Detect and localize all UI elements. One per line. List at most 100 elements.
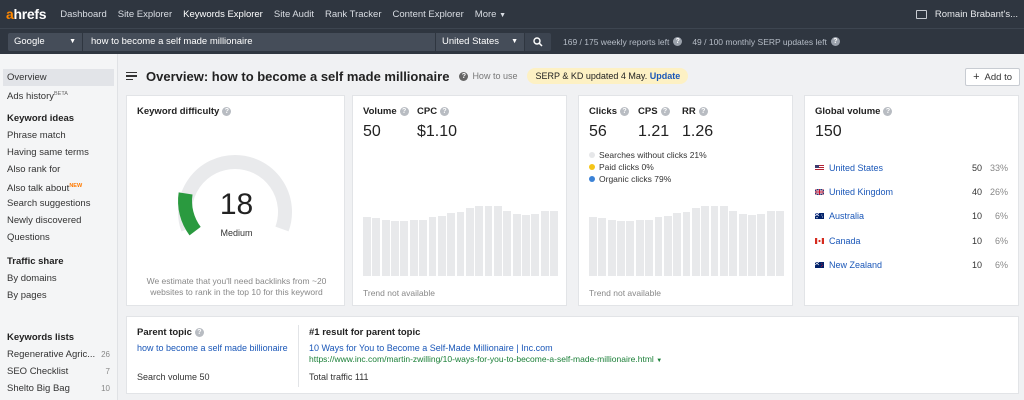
uk-flag-icon [815,189,824,195]
nav-dashboard[interactable]: Dashboard [60,9,106,20]
beta-badge: BETA [54,91,68,97]
help-icon[interactable]: ? [673,37,683,46]
keywords-list-item[interactable]: Shelto Big Bag 10 [0,380,117,397]
help-icon[interactable]: ? [399,107,409,116]
trend-bar [540,210,549,276]
trend-bar [673,212,682,276]
trend-bar [531,213,540,276]
sidebar-item-having-same-terms[interactable]: Having same terms [0,144,117,161]
update-link[interactable]: Update [650,71,681,81]
update-badge: SERP & KD updated 4 May. Update [527,68,689,84]
sidebar-item-also-rank-for[interactable]: Also rank for [0,161,117,178]
country-link[interactable]: New Zealand [829,260,882,270]
search-button[interactable] [525,32,551,51]
trend-bar [419,219,427,276]
help-icon[interactable]: ? [620,107,629,116]
help-icon[interactable]: ? [440,107,450,116]
help-icon[interactable]: ? [194,328,204,337]
volume-value: 50 [363,123,381,140]
rr-value: 1.26 [682,123,714,140]
cpc-title: CPC? [417,106,450,117]
country-select[interactable]: United States ▼ [436,32,524,51]
sidebar-item-search-suggestions[interactable]: Search suggestions [0,195,117,212]
sidebar-heading-keywords-lists: Keywords lists [7,332,75,343]
trend-bar [691,208,700,276]
parent-topic-title: Parent topic? [137,327,204,338]
country-row: Canada 10 6% [815,234,1008,248]
sidebar-item-by-domains[interactable]: By domains [0,270,117,287]
keyword-input[interactable]: how to become a self made millionaire [83,32,435,51]
sidebar-item-overview[interactable]: Overview [3,69,114,86]
nav-more[interactable]: More ▼ [475,9,506,20]
nav-site-explorer[interactable]: Site Explorer [118,9,172,20]
sidebar-item-by-pages[interactable]: By pages [0,287,117,304]
divider [298,325,299,387]
country-row: New Zealand 10 6% [815,258,1008,272]
sidebar-item-questions[interactable]: Questions [0,229,117,246]
country-percent: 26% [989,187,1008,197]
volume-title: Volume? [363,106,409,117]
first-result-link[interactable]: 10 Ways for You to Become a Self-Made Mi… [309,343,553,353]
clicks-trend-note: Trend not available [589,288,661,298]
sidebar-item-newly-discovered[interactable]: Newly discovered [0,212,117,229]
first-result-url[interactable]: https://www.inc.com/martin-zwilling/10-w… [309,354,662,364]
trend-bar [484,206,493,276]
us-flag-icon [815,165,824,171]
trend-bar [626,220,635,276]
sidebar-heading-traffic-share: Traffic share [7,256,64,267]
trend-bar [494,206,502,276]
caret-down-icon: ▼ [511,38,518,45]
screen-icon[interactable] [915,9,927,19]
trend-bar [617,220,625,276]
country-link[interactable]: Australia [829,211,864,221]
country-link[interactable]: Canada [829,236,861,246]
help-icon[interactable]: ? [883,107,893,116]
country-volume: 10 [971,211,982,221]
kd-value: 18 [219,188,254,221]
user-menu[interactable]: Romain Brabant's... [935,9,1018,20]
country-link[interactable]: United Kingdom [829,187,893,197]
trend-bar [503,210,512,276]
country-volume: 10 [971,236,982,246]
search-engine-select[interactable]: Google ▼ [8,32,82,51]
parent-topic-link[interactable]: how to become a self made billionaire [137,343,288,353]
country-volume: 40 [971,187,982,197]
country-row: United States 50 33% [815,161,1008,175]
search-bar: Google ▼ how to become a self made milli… [0,28,1024,54]
keyword-difficulty-card: Keyword difficulty? 18 Medium We estimat… [126,95,345,306]
top-navigation: ahrefs Dashboard Site Explorer Keywords … [0,0,1024,28]
global-volume-card: Global volume? 150 United States 50 33% … [804,95,1019,306]
help-icon[interactable]: ? [830,37,840,46]
nav-keywords-explorer[interactable]: Keywords Explorer [183,9,263,20]
country-link[interactable]: United States [829,163,883,173]
keywords-list-item[interactable]: Regenerative Agric... 26 [0,346,117,363]
trend-bar [776,210,784,276]
clicks-legend: Searches without clicks 21% Paid clicks … [589,149,707,185]
help-icon[interactable]: ? [698,107,708,116]
add-to-button[interactable]: + Add to [965,68,1020,86]
sidebar-item-also-talk-about[interactable]: Also talk aboutNEW [0,178,117,195]
sidebar-item-phrase-match[interactable]: Phrase match [0,127,117,144]
nav-site-audit[interactable]: Site Audit [274,9,314,20]
trend-bar [400,220,409,276]
parent-search-volume: Search volume 50 [137,372,210,382]
country-volume: 10 [971,260,982,270]
nav-content-explorer[interactable]: Content Explorer [393,9,464,20]
menu-icon[interactable] [126,70,137,83]
trend-bar [682,211,691,276]
search-engine-value: Google [14,36,45,47]
sidebar-item-ads-history[interactable]: Ads historyBETA [0,86,117,103]
how-to-use-link[interactable]: ? How to use [459,71,517,81]
trend-bar [391,220,399,276]
trend-bar [437,216,446,276]
ahrefs-logo[interactable]: ahrefs [6,6,47,22]
page-title: Overview: how to become a self made mill… [146,68,450,84]
help-icon[interactable]: ? [660,107,670,116]
clicks-value: 56 [589,123,607,140]
help-icon[interactable]: ? [222,107,232,116]
nav-rank-tracker[interactable]: Rank Tracker [325,9,382,20]
keywords-list-item[interactable]: SEO Checklist 7 [0,363,117,380]
trend-bar [757,213,766,276]
legend-item: Searches without clicks 21% [589,149,707,161]
sidebar-heading-keyword-ideas: Keyword ideas [7,113,75,124]
